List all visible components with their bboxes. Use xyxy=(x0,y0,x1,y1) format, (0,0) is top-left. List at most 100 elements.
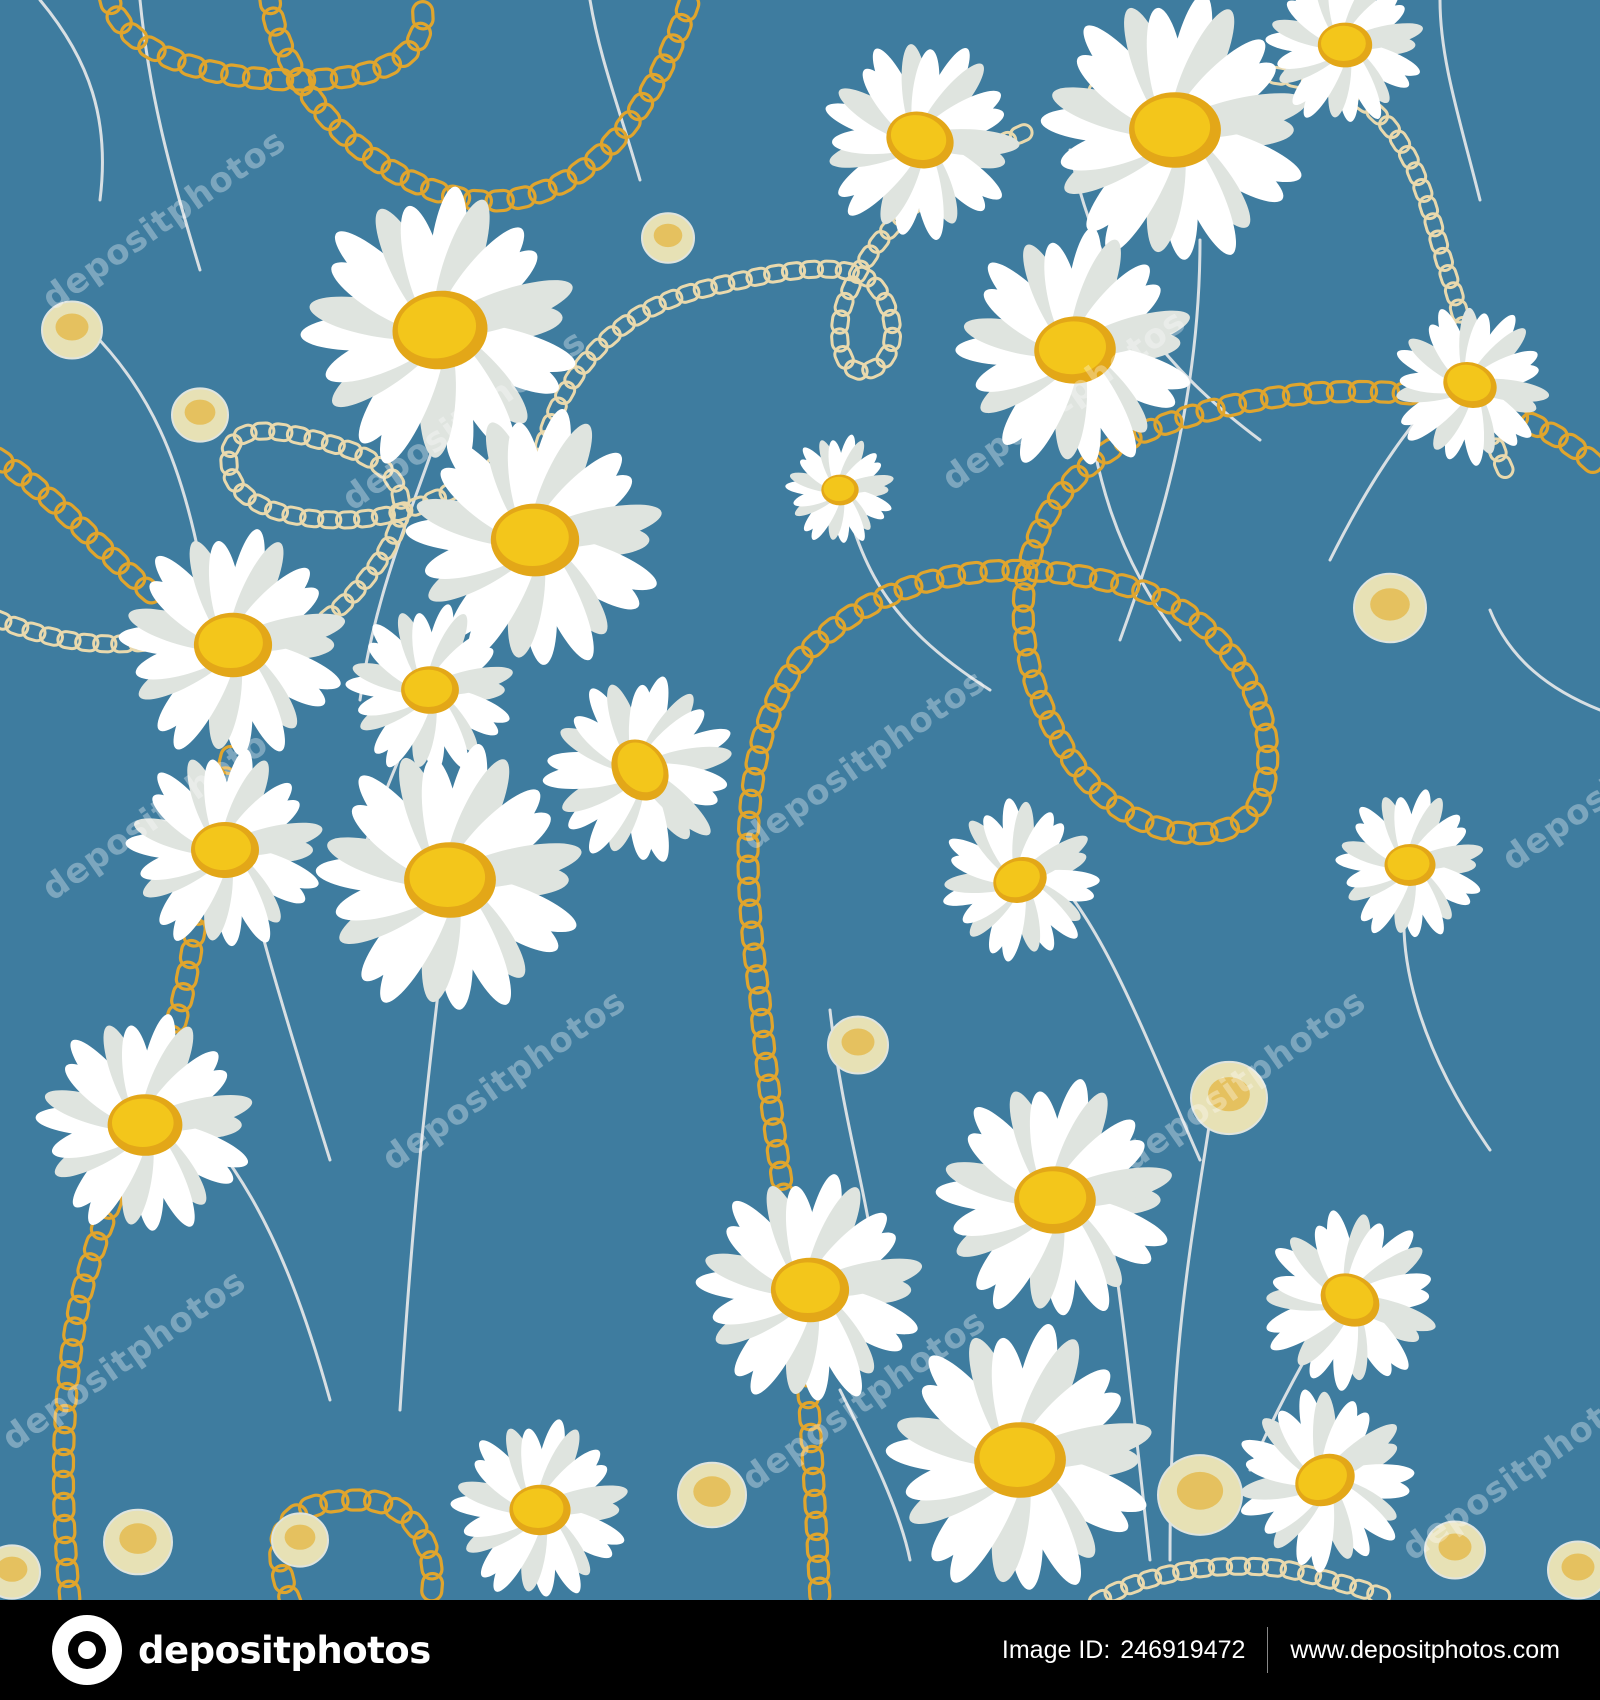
chain-link xyxy=(800,630,830,659)
chain-link xyxy=(420,1571,445,1600)
daisy-flower xyxy=(955,227,1190,465)
daisy-center xyxy=(513,1488,564,1528)
daisy-flower xyxy=(825,44,1020,240)
chain-link xyxy=(506,185,537,211)
bud-center xyxy=(284,1524,316,1550)
chain-link xyxy=(1229,805,1259,834)
chain-link xyxy=(3,458,33,487)
daisy-flower xyxy=(885,1323,1152,1590)
chain-link xyxy=(101,546,131,576)
footer-bar: depositphotos Image ID: 246919472 www.de… xyxy=(0,1600,1600,1700)
chain-link xyxy=(313,102,342,132)
chain-link xyxy=(1492,454,1515,479)
chain-link xyxy=(1016,647,1042,679)
chain-link xyxy=(833,344,855,370)
daisy-center xyxy=(1019,1171,1087,1224)
image-id: 246919472 xyxy=(1120,1635,1246,1664)
bud-center xyxy=(119,1523,157,1554)
chain-link xyxy=(105,5,133,35)
chain-link xyxy=(20,472,50,501)
bud-center xyxy=(184,399,216,425)
chain-link xyxy=(1110,573,1141,599)
bud-center xyxy=(1208,1077,1250,1112)
chain-link xyxy=(117,561,147,590)
daisy-center xyxy=(409,847,486,907)
daisy-flower xyxy=(1335,789,1484,938)
daisy-flower xyxy=(35,1014,253,1231)
chain-link xyxy=(330,593,355,617)
daisy-center xyxy=(1321,25,1366,61)
chain-link xyxy=(566,157,596,185)
chain-link xyxy=(817,616,847,644)
chain-link xyxy=(914,568,945,594)
daisy-center xyxy=(1387,847,1430,880)
daisy-center xyxy=(112,1098,174,1147)
chain-link xyxy=(1204,626,1233,656)
chain-link xyxy=(53,501,83,530)
chain-link xyxy=(674,0,701,23)
chain-link xyxy=(807,1576,832,1600)
chain-link xyxy=(585,337,609,362)
brand[interactable]: depositphotos xyxy=(52,1615,431,1685)
chain-link xyxy=(1218,643,1247,673)
daisy-center xyxy=(198,617,263,668)
daisy-center xyxy=(496,508,569,566)
chain-link xyxy=(598,325,622,349)
site-link[interactable]: www.depositphotos.com xyxy=(1290,1636,1560,1665)
flower-stem xyxy=(1438,0,1482,202)
chain-link xyxy=(70,516,99,545)
chain-link xyxy=(37,486,67,515)
chain-link xyxy=(875,344,898,369)
chain-link xyxy=(85,531,115,560)
chain-link xyxy=(1366,1584,1392,1600)
chain-link xyxy=(1088,781,1118,810)
daisy-flower xyxy=(1266,1210,1436,1391)
chain-link xyxy=(584,142,613,172)
chain-link xyxy=(391,40,421,69)
chain-link xyxy=(328,118,357,147)
chain-link xyxy=(383,1496,414,1524)
bud-center xyxy=(653,223,683,248)
daisy-center xyxy=(823,476,855,501)
daisy-flower xyxy=(125,749,323,947)
chain-link xyxy=(82,1231,109,1262)
daisy-center xyxy=(1134,97,1211,157)
divider xyxy=(1267,1627,1269,1673)
chain-link xyxy=(382,468,406,493)
chain-link xyxy=(867,229,891,254)
daisy-flower xyxy=(450,1419,628,1597)
brand-name: depositphotos xyxy=(138,1628,431,1672)
depositphotos-logo-icon xyxy=(52,1615,122,1685)
bud-center xyxy=(841,1028,875,1056)
chain-link xyxy=(57,1579,82,1600)
flower-stem xyxy=(1488,608,1600,712)
bud-center xyxy=(693,1476,731,1507)
flower-stem xyxy=(838,1388,912,1562)
bud-center xyxy=(1438,1533,1472,1561)
daisy-flower xyxy=(935,1079,1172,1316)
chain-link xyxy=(343,580,367,604)
daisy-center xyxy=(195,826,251,870)
chain-link xyxy=(573,350,597,375)
bud-center xyxy=(1370,588,1410,621)
daisy-flower xyxy=(695,1174,923,1401)
bud-center xyxy=(55,313,89,341)
chain-link xyxy=(1087,1588,1113,1600)
daisy-center xyxy=(979,1427,1056,1487)
daisy-flower xyxy=(1240,1389,1415,1573)
bud-center xyxy=(1176,1471,1224,1510)
chain-link xyxy=(1073,765,1102,795)
daisy-chain-pattern xyxy=(0,0,1600,1600)
flower-stem xyxy=(138,0,202,272)
chain-link xyxy=(1245,787,1272,818)
chain-link xyxy=(1103,1580,1129,1600)
flower-stem xyxy=(38,0,104,202)
image-id-label: Image ID: xyxy=(1001,1635,1111,1664)
daisy-center xyxy=(775,1262,840,1313)
pattern-image: depositphotos depositphotos depositphoto… xyxy=(0,0,1600,1700)
chain-link xyxy=(170,982,195,1013)
image-id-block: Image ID: 246919472 www.depositphotos.co… xyxy=(1002,1627,1600,1673)
flower-stem xyxy=(88,328,202,562)
daisy-flower xyxy=(785,434,894,543)
daisy-flower xyxy=(118,529,346,756)
